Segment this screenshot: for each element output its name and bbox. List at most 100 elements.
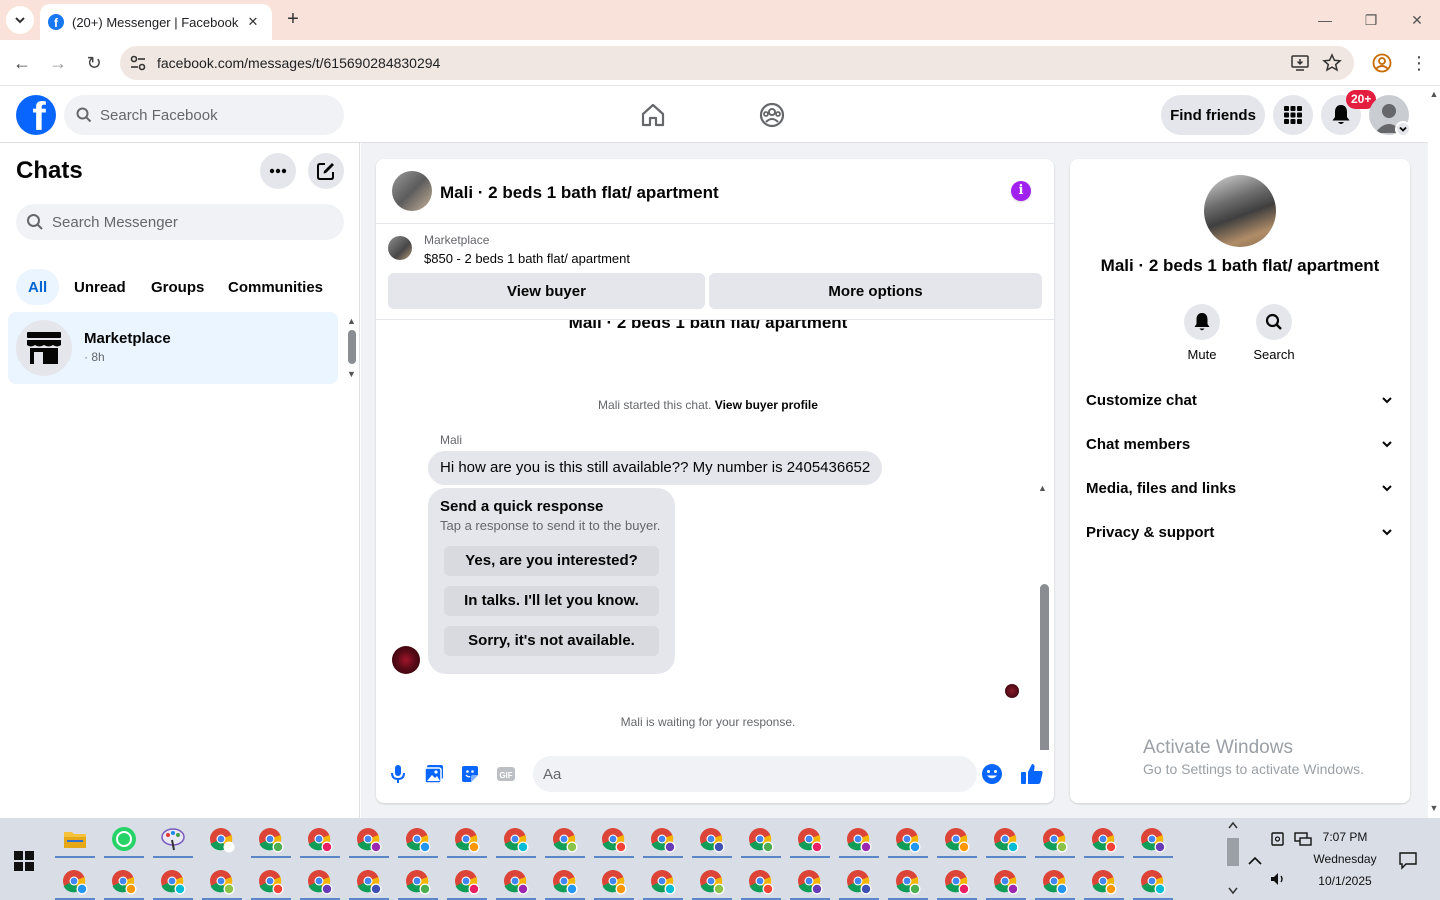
sticker-icon[interactable] — [459, 763, 481, 785]
mute-action[interactable]: Mute — [1172, 304, 1232, 362]
filter-communities[interactable]: Communities — [216, 269, 335, 305]
page-scrollbar[interactable]: ▲ ▼ — [1428, 87, 1440, 817]
conversation-title[interactable]: Mali · 2 beds 1 bath flat/ apartment — [440, 183, 719, 203]
listing-price-title[interactable]: $850 - 2 beds 1 bath flat/ apartment — [424, 251, 630, 266]
chrome-profile-icon[interactable] — [746, 825, 776, 855]
chrome-profile-icon[interactable] — [354, 867, 384, 897]
chrome-profile-icon[interactable] — [354, 825, 384, 855]
search-action[interactable]: Search — [1244, 304, 1304, 362]
quick-response-button[interactable]: Sorry, it's not available. — [444, 626, 659, 656]
search-in-chat-button[interactable] — [1256, 304, 1292, 340]
paint-app-icon[interactable] — [158, 824, 188, 854]
conversation-scrollbar-thumb[interactable] — [1040, 584, 1049, 750]
conversation-scroll-up[interactable]: ▲ — [1038, 483, 1047, 493]
chrome-profile-icon[interactable] — [697, 867, 727, 897]
restore-button[interactable]: ❐ — [1359, 8, 1383, 32]
chrome-profile-icon[interactable] — [795, 825, 825, 855]
quick-response-button[interactable]: In talks. I'll let you know. — [444, 586, 659, 616]
chrome-profile-icon[interactable] — [501, 867, 531, 897]
customize-chat-section[interactable]: Customize chat — [1086, 386, 1394, 414]
quick-response-button[interactable]: Yes, are you interested? — [444, 546, 659, 576]
more-options-button[interactable]: More options — [709, 273, 1042, 309]
show-hidden-icons-icon[interactable] — [1245, 851, 1265, 871]
view-buyer-button[interactable]: View buyer — [388, 273, 705, 309]
tab-search-button[interactable] — [6, 6, 34, 34]
chat-info-avatar[interactable] — [1204, 175, 1276, 247]
chrome-icon[interactable] — [207, 825, 237, 855]
new-message-button[interactable] — [308, 153, 344, 189]
chrome-profile-icon[interactable] — [599, 825, 629, 855]
chrome-profile-icon[interactable] — [1089, 825, 1119, 855]
profile-icon[interactable] — [1372, 53, 1392, 73]
reload-button[interactable]: ↻ — [82, 51, 106, 75]
address-bar[interactable]: facebook.com/messages/t/615690284830294 — [120, 46, 1354, 80]
chrome-profile-icon[interactable] — [648, 825, 678, 855]
chrome-profile-icon[interactable] — [1138, 867, 1168, 897]
sender-avatar[interactable] — [392, 646, 420, 674]
chat-members-section[interactable]: Chat members — [1086, 430, 1394, 458]
sidebar-scrollbar-thumb[interactable] — [348, 330, 356, 364]
whatsapp-icon[interactable] — [109, 824, 139, 854]
filter-unread[interactable]: Unread — [62, 269, 138, 305]
emoji-icon[interactable] — [981, 763, 1003, 785]
windows-start-icon[interactable] — [14, 851, 34, 871]
browser-tab-messenger[interactable]: f (20+) Messenger | Facebook ✕ — [40, 4, 272, 40]
chrome-profile-icon[interactable] — [1138, 825, 1168, 855]
chrome-profile-icon[interactable] — [942, 825, 972, 855]
home-icon[interactable] — [639, 101, 667, 129]
meet-now-icon[interactable] — [1268, 829, 1288, 849]
taskbar-date[interactable]: 10/1/2025 — [1310, 874, 1380, 888]
forward-button[interactable]: → — [46, 51, 70, 75]
search-messenger-input[interactable]: Search Messenger — [16, 204, 344, 240]
tab-close-icon[interactable]: ✕ — [244, 14, 262, 30]
chrome-profile-icon[interactable] — [207, 867, 237, 897]
chrome-profile-icon[interactable] — [795, 867, 825, 897]
conversation-info-icon[interactable]: i — [1011, 181, 1031, 201]
chrome-profile-icon[interactable] — [1040, 867, 1070, 897]
mute-button[interactable] — [1184, 304, 1220, 340]
message-input[interactable]: Aa — [533, 756, 1002, 792]
chrome-profile-icon[interactable] — [256, 825, 286, 855]
file-explorer-icon[interactable] — [60, 824, 90, 854]
browser-menu-icon[interactable]: ⋮ — [1410, 51, 1428, 75]
chrome-profile-icon[interactable] — [844, 867, 874, 897]
back-button[interactable]: ← — [10, 51, 34, 75]
media-files-links-section[interactable]: Media, files and links — [1086, 474, 1394, 502]
chrome-profile-icon[interactable] — [403, 867, 433, 897]
groups-icon[interactable] — [758, 101, 786, 129]
taskbar-day[interactable]: Wednesday — [1310, 852, 1380, 866]
chrome-profile-icon[interactable] — [109, 867, 139, 897]
privacy-support-section[interactable]: Privacy & support — [1086, 518, 1394, 546]
taskbar-scroll-control[interactable] — [1225, 818, 1241, 900]
chrome-profile-icon[interactable] — [1040, 825, 1070, 855]
facebook-logo-icon[interactable]: f — [16, 95, 56, 135]
filter-all[interactable]: All — [16, 269, 60, 305]
chrome-profile-icon[interactable] — [452, 825, 482, 855]
chrome-profile-icon[interactable] — [648, 867, 678, 897]
chrome-profile-icon[interactable] — [403, 825, 433, 855]
menu-button[interactable] — [1273, 95, 1313, 135]
chrome-profile-icon[interactable] — [942, 867, 972, 897]
chrome-profile-icon[interactable] — [746, 867, 776, 897]
microphone-icon[interactable] — [387, 763, 409, 785]
taskbar-time[interactable]: 7:07 PM — [1310, 830, 1380, 844]
chrome-profile-icon[interactable] — [599, 867, 629, 897]
chat-list-item[interactable]: Marketplace · 8h — [8, 312, 338, 384]
photo-icon[interactable] — [423, 763, 445, 785]
chrome-profile-icon[interactable] — [550, 867, 580, 897]
bookmark-star-icon[interactable] — [1322, 53, 1342, 73]
find-friends-button[interactable]: Find friends — [1161, 95, 1265, 135]
site-settings-icon[interactable] — [128, 53, 148, 73]
chrome-profile-icon[interactable] — [844, 825, 874, 855]
chrome-profile-icon[interactable] — [158, 867, 188, 897]
chrome-profile-icon[interactable] — [697, 825, 727, 855]
chrome-profile-icon[interactable] — [60, 867, 90, 897]
close-window-button[interactable]: ✕ — [1405, 8, 1429, 32]
chrome-profile-icon[interactable] — [550, 825, 580, 855]
chrome-profile-icon[interactable] — [305, 867, 335, 897]
install-app-icon[interactable] — [1290, 53, 1310, 73]
chrome-profile-icon[interactable] — [893, 867, 923, 897]
chrome-profile-icon[interactable] — [256, 867, 286, 897]
thumbs-up-icon[interactable] — [1020, 762, 1044, 786]
conversation-avatar[interactable] — [392, 171, 432, 211]
